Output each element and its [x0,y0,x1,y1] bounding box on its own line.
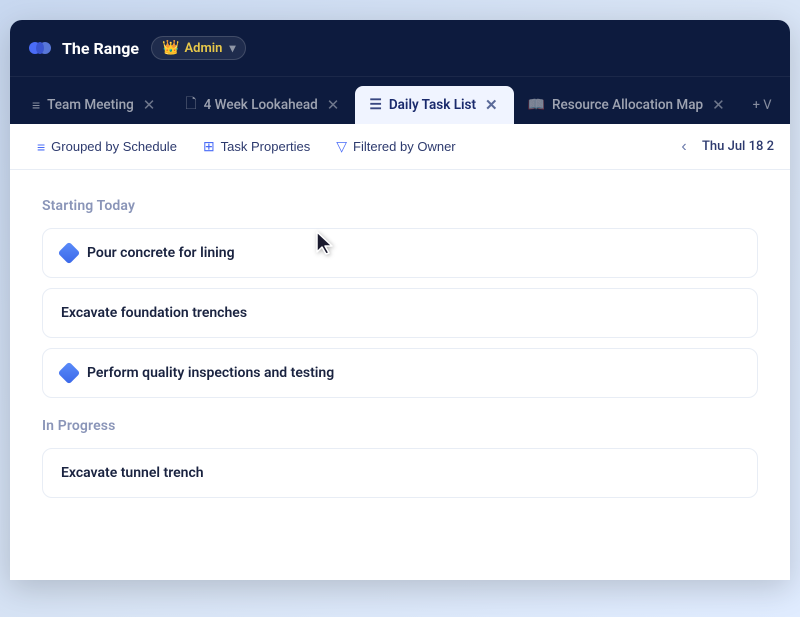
logo-icon [26,34,54,62]
nav-left-button[interactable]: ‹ [670,133,698,161]
task-name-excavate-tunnel: Excavate tunnel trench [61,465,204,481]
tab-team-meeting[interactable]: ≡ Team Meeting ✕ [18,86,171,124]
task-diamond-icon [58,242,81,265]
tab-close-daily[interactable]: ✕ [483,98,500,113]
section-header-starting-today: Starting Today [42,198,758,214]
main-content: Starting Today Pour concrete for lining … [10,170,790,580]
top-bar: The Range 👑 Admin ▾ [10,20,790,76]
task-diamond-icon-2 [58,362,81,385]
tab-icon-team-meeting: ≡ [32,97,40,114]
toolbar-row: ≡ Grouped by Schedule ⊞ Task Properties … [10,124,790,170]
tab-label-4-week: 4 Week Lookahead [204,97,318,113]
tab-label-resource: Resource Allocation Map [552,97,703,113]
properties-icon: ⊞ [203,138,215,155]
task-card-excavate-foundation[interactable]: Excavate foundation trenches [42,288,758,338]
tab-icon-4-week: 🗋 [185,93,196,117]
chevron-down-icon: ▾ [229,41,235,55]
task-card-pour-concrete[interactable]: Pour concrete for lining [42,228,758,278]
task-properties-label: Task Properties [221,139,311,154]
task-card-perform-quality[interactable]: Perform quality inspections and testing [42,348,758,398]
date-display: Thu Jul 18 2 [702,139,774,154]
admin-label: Admin [185,41,223,56]
tab-daily-task-list[interactable]: ☰ Daily Task List ✕ [355,86,513,124]
filtered-by-owner-button[interactable]: ▽ Filtered by Owner [325,133,466,160]
task-name-excavate-foundation: Excavate foundation trenches [61,305,247,321]
task-name-pour-concrete: Pour concrete for lining [87,245,235,261]
tab-icon-daily: ☰ [369,97,382,113]
tab-close-4-week[interactable]: ✕ [325,98,342,113]
task-properties-button[interactable]: ⊞ Task Properties [192,133,321,160]
tab-add-label: + V [753,98,772,113]
tab-4-week-lookahead[interactable]: 🗋 4 Week Lookahead ✕ [171,86,355,124]
tab-add-button[interactable]: + V [741,86,784,124]
admin-badge[interactable]: 👑 Admin ▾ [151,36,246,60]
tab-resource-allocation[interactable]: 📖 Resource Allocation Map ✕ [514,86,741,124]
crown-icon: 👑 [162,40,179,56]
tabs-row: ≡ Team Meeting ✕ 🗋 4 Week Lookahead ✕ ☰ … [10,76,790,124]
task-name-perform-quality: Perform quality inspections and testing [87,365,334,381]
toolbar-nav: ‹ Thu Jul 18 2 [670,133,774,161]
tab-label-team-meeting: Team Meeting [47,97,134,113]
tab-close-resource[interactable]: ✕ [710,98,727,113]
app-title: The Range [62,39,139,58]
logo-area: The Range [26,34,139,62]
filter-icon: ▽ [336,138,347,155]
app-window: The Range 👑 Admin ▾ ≡ Team Meeting ✕ 🗋 4… [10,20,790,580]
grouped-by-schedule-label: Grouped by Schedule [51,139,177,154]
section-header-in-progress: In Progress [42,418,758,434]
filtered-by-owner-label: Filtered by Owner [353,139,456,154]
tab-icon-resource: 📖 [528,97,545,113]
tab-label-daily: Daily Task List [389,97,476,113]
task-card-excavate-tunnel[interactable]: Excavate tunnel trench [42,448,758,498]
schedule-icon: ≡ [37,139,45,155]
grouped-by-schedule-button[interactable]: ≡ Grouped by Schedule [26,134,188,160]
tab-close-team-meeting[interactable]: ✕ [141,98,158,113]
